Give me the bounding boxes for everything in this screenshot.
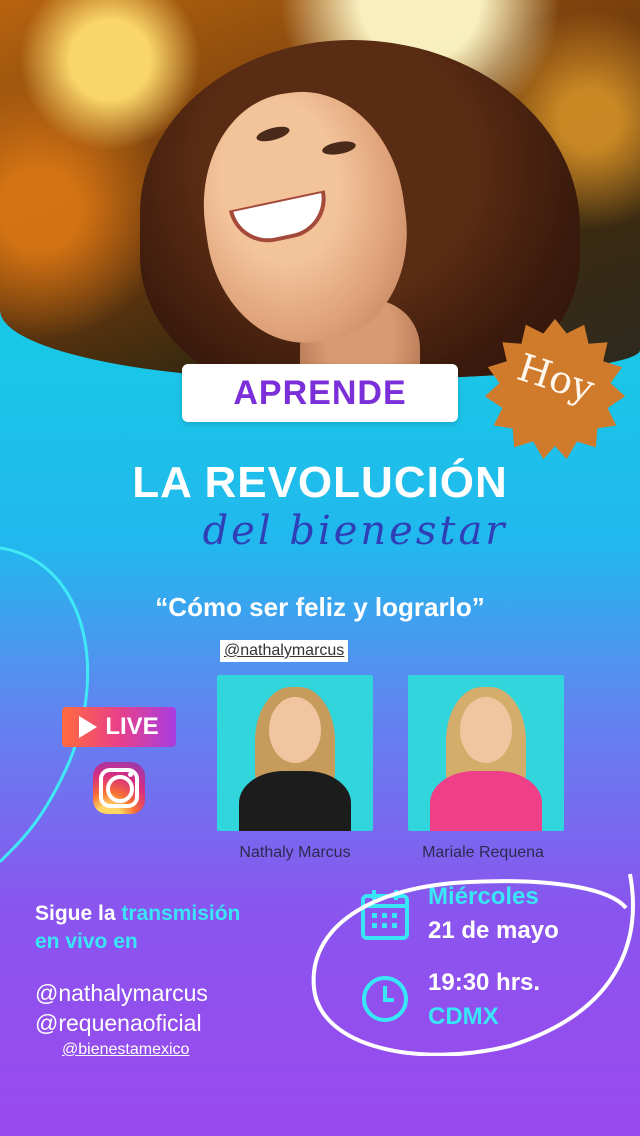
speaker-1-face xyxy=(269,697,321,763)
aprende-badge: APRENDE xyxy=(182,364,458,422)
follow-text: Sigue la transmisión en vivo en xyxy=(35,900,335,956)
talk-quote: “Cómo ser feliz y lograrlo” xyxy=(155,592,485,622)
play-icon xyxy=(79,716,98,738)
follow-highlight: transmisión xyxy=(121,902,241,925)
mention-bienestamexico[interactable]: @bienestamexico xyxy=(62,1041,189,1059)
speaker-name-2: Mariale Requena xyxy=(422,844,544,861)
speaker-photo-1 xyxy=(217,675,373,831)
event-subtitle: del bienestar xyxy=(202,508,508,554)
instagram-icon-dot xyxy=(128,772,133,777)
speaker-2-face xyxy=(460,697,512,763)
event-title: LA REVOLUCIÓN xyxy=(132,458,508,507)
handle-requenaoficial: @requenaoficial xyxy=(35,1010,202,1036)
handle-nathalymarcus: @nathalymarcus xyxy=(35,980,208,1006)
hand-drawn-circle xyxy=(311,873,635,1056)
instagram-icon xyxy=(93,762,145,814)
live-badge: LIVE xyxy=(62,707,176,747)
live-label: LIVE xyxy=(105,713,159,740)
instagram-icon-lens xyxy=(106,775,134,803)
speaker-2-body xyxy=(430,771,542,831)
story-post: APRENDE Hoy LA REVOLUCIÓN del bienestar … xyxy=(0,0,640,1136)
speaker-1-body xyxy=(239,771,351,831)
speaker-name-1: Nathaly Marcus xyxy=(239,844,351,861)
mention-nathalymarcus-top[interactable]: @nathalymarcus xyxy=(220,640,349,662)
follow-line2: en vivo en xyxy=(35,930,138,953)
handles-list: @nathalymarcus @requenaoficial xyxy=(35,978,208,1038)
speaker-photo-2 xyxy=(408,675,564,831)
follow-prefix: Sigue la xyxy=(35,902,122,925)
